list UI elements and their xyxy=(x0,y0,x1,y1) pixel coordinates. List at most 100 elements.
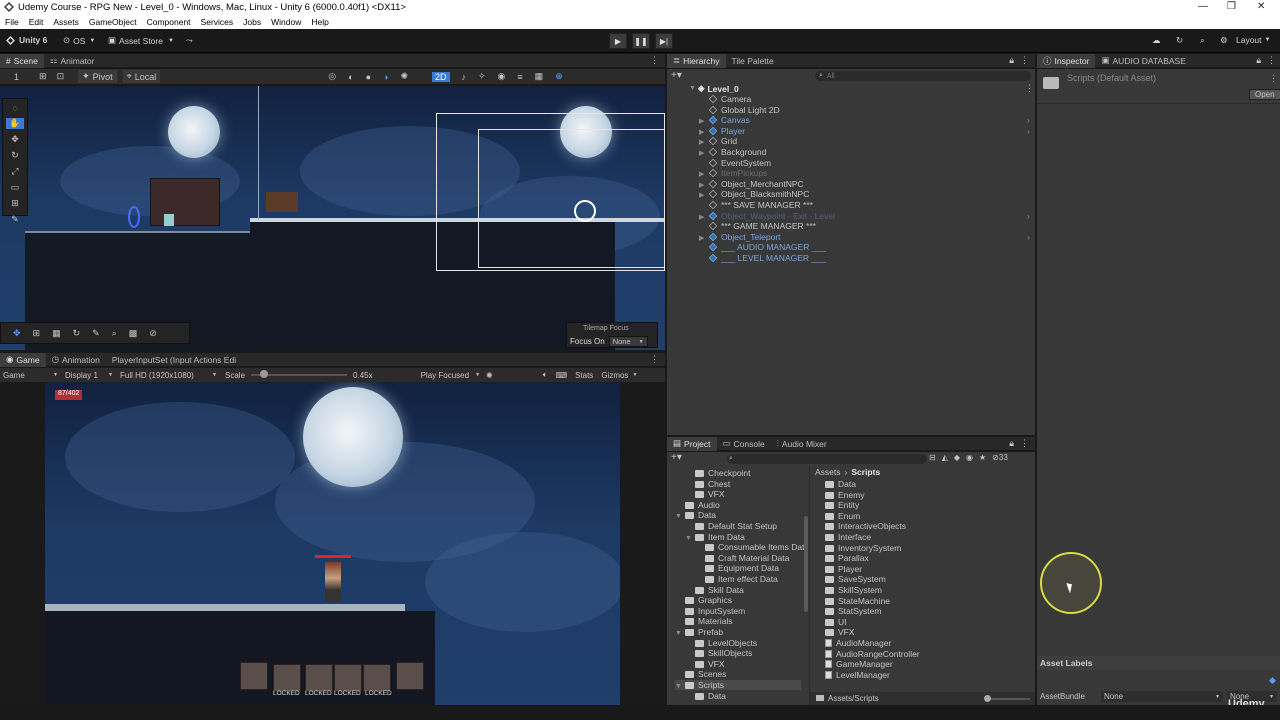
project-tree-item[interactable]: LevelObjects xyxy=(685,638,757,648)
hierarchy-item[interactable]: ___ AUDIO MANAGER ___ xyxy=(699,242,826,252)
hierarchy-item[interactable]: ▶ Object_Teleport xyxy=(699,232,781,242)
project-tree-item[interactable]: Materials xyxy=(675,616,732,626)
tab-console[interactable]: ▭ Console xyxy=(717,437,771,451)
tab-input-actions[interactable]: PlayerInputSet (Input Actions Edi xyxy=(106,353,242,367)
icon-size-slider-thumb[interactable] xyxy=(984,695,991,702)
project-folder-item[interactable]: VFX xyxy=(825,627,855,637)
tab-animator[interactable]: ⚏ Animator xyxy=(44,54,101,68)
tab-inspector[interactable]: ⓘ Inspector xyxy=(1037,53,1096,68)
project-tree-item[interactable]: Default Stat Setup xyxy=(685,521,777,531)
tab-scene[interactable]: # Scene xyxy=(0,53,44,68)
label-filter-icon[interactable]: ◆ xyxy=(954,453,960,462)
hierarchy-item[interactable]: ▶ Background xyxy=(699,147,766,157)
menu-assets[interactable]: Assets xyxy=(53,17,79,27)
unity-account-button[interactable]: Unity 6 xyxy=(6,35,47,45)
project-tree-item[interactable]: SkillObjects xyxy=(685,648,752,658)
project-folder-item[interactable]: SkillSystem xyxy=(825,585,882,595)
visibility-icon[interactable]: ◉ xyxy=(966,453,973,462)
hierarchy-item[interactable]: ___ LEVEL MANAGER ___ xyxy=(699,253,826,263)
pause-button[interactable]: ❚❚ xyxy=(632,33,650,49)
version-control-icon[interactable]: ⤳ xyxy=(186,35,193,46)
hierarchy-item[interactable]: ▶ Object_BlacksmithNPC xyxy=(699,189,809,199)
project-tree-item[interactable]: Item effect Data xyxy=(695,574,778,584)
more-options-icon[interactable]: ⋮ xyxy=(1020,438,1029,449)
effects-icon[interactable]: ✧ xyxy=(478,71,486,82)
expand-arrow-icon[interactable]: ▼ xyxy=(675,513,683,520)
resolution-dropdown[interactable]: Full HD (1920x1080) ▼ xyxy=(113,371,217,380)
draw-mode-icon[interactable]: ◎ xyxy=(328,71,336,82)
project-folder-item[interactable]: Enum xyxy=(825,511,860,521)
search-icon[interactable]: ⌕ xyxy=(1200,35,1205,46)
camera-icon[interactable]: ▦ xyxy=(535,71,544,82)
os-dropdown[interactable]: ⊙ OS ▼ xyxy=(63,35,95,46)
maximize-icon[interactable]: ❐ xyxy=(1227,1,1236,12)
type-filter-icon[interactable]: ◭ xyxy=(942,453,948,462)
menu-jobs[interactable]: Jobs xyxy=(243,17,261,27)
grid-tool-icon[interactable]: ▦ xyxy=(52,328,61,339)
project-search[interactable]: ⌕ xyxy=(727,454,927,464)
menu-services[interactable]: Services xyxy=(201,17,234,27)
project-tree-item[interactable]: InputSystem xyxy=(675,606,745,616)
tab-game[interactable]: ◉ Game xyxy=(0,352,46,367)
settings-icon[interactable]: ⚙ xyxy=(1220,35,1228,46)
project-folder-item[interactable]: Interface xyxy=(825,532,871,542)
wireframe-icon[interactable]: ◑ xyxy=(383,72,388,82)
project-tree-item[interactable]: VFX xyxy=(685,659,725,669)
orientation-icon[interactable]: ⊕ xyxy=(555,71,563,82)
project-folder-item[interactable]: InventorySystem xyxy=(825,543,901,553)
filter-icon[interactable]: ⊟ xyxy=(929,453,936,462)
project-tree-item[interactable]: Graphics xyxy=(675,595,732,605)
expand-arrow-icon[interactable]: ▼ xyxy=(685,535,693,542)
focus-on-dropdown[interactable]: None ▼ xyxy=(608,336,648,347)
frame-debug-icon[interactable]: ✺ xyxy=(486,371,493,380)
lock-icon[interactable]: 🔒︎ xyxy=(1009,438,1014,449)
open-button[interactable]: Open xyxy=(1249,89,1280,100)
more-options-icon[interactable]: ⋮ xyxy=(1020,55,1029,66)
expand-arrow-icon[interactable]: ▶ xyxy=(699,181,707,189)
move-tool-icon[interactable]: ✥ xyxy=(11,134,19,145)
hierarchy-item[interactable]: ▶ Player xyxy=(699,126,745,136)
prefab-open-icon[interactable]: › xyxy=(1027,126,1030,136)
project-folder-item[interactable]: SaveSystem xyxy=(825,574,886,584)
hierarchy-item[interactable]: *** GAME MANAGER *** xyxy=(699,221,816,231)
tab-audio-database[interactable]: ▣ AUDIO DATABASE xyxy=(1095,54,1191,68)
erase-tool-icon[interactable]: ⊘ xyxy=(149,328,157,339)
project-script-item[interactable]: LevelManager xyxy=(825,670,890,680)
project-tree-item[interactable]: Craft Material Data xyxy=(695,553,789,563)
scale-slider-thumb[interactable] xyxy=(259,370,268,378)
custom-tool-icon[interactable]: ✎ xyxy=(11,214,19,225)
hierarchy-item[interactable]: ▶ ItemPickups xyxy=(699,168,767,178)
hierarchy-item[interactable]: ▶ Object_MerchantNPC xyxy=(699,179,804,189)
transform-tool-icon[interactable]: ⊞ xyxy=(11,198,19,209)
hierarchy-item[interactable]: Camera xyxy=(699,94,751,104)
hierarchy-item[interactable]: ▶ Object_Waypoint - Exit - Level xyxy=(699,211,835,221)
project-tree-item[interactable]: Chest xyxy=(685,479,730,489)
view-tool-icon[interactable]: ◌ xyxy=(12,103,17,113)
minimize-icon[interactable]: — xyxy=(1198,1,1208,12)
add-icon[interactable]: +▾ xyxy=(671,70,682,81)
project-folder-item[interactable]: Parallax xyxy=(825,553,869,563)
more-options-icon[interactable]: ⋮ xyxy=(1269,73,1278,84)
project-folder-item[interactable]: Enemy xyxy=(825,490,864,500)
expand-arrow-icon[interactable]: ▶ xyxy=(699,170,707,178)
project-folder-item[interactable]: Player xyxy=(825,564,862,574)
project-script-item[interactable]: AudioRangeController xyxy=(825,649,920,659)
project-tree-item[interactable]: ▼ Scripts xyxy=(675,680,801,690)
expand-arrow-icon[interactable]: ▼ xyxy=(689,85,696,92)
menu-window[interactable]: Window xyxy=(271,17,301,27)
expand-arrow-icon[interactable]: ▼ xyxy=(675,683,683,690)
gizmos-icon[interactable]: ≡ xyxy=(517,72,522,82)
project-folder-item[interactable]: Data xyxy=(825,479,856,489)
lock-icon[interactable]: 🔒︎ xyxy=(1009,55,1014,66)
fx-icon[interactable]: ✺ xyxy=(400,71,408,82)
menu-help[interactable]: Help xyxy=(311,17,328,27)
rotate-tool-icon[interactable]: ↻ xyxy=(11,150,19,161)
hierarchy-item[interactable]: ▶ Grid xyxy=(699,136,737,146)
scene-viewport[interactable]: ✥ ⊞ ▦ ↻ ✎ ⌕ ▩ ⊘ Tilemap Focus Focus On N… xyxy=(0,86,665,350)
display-dropdown[interactable]: Display 1 ▼ xyxy=(58,371,113,380)
project-folder-item[interactable]: InteractiveObjects xyxy=(825,521,906,531)
scene-layer-index[interactable]: 1 xyxy=(14,72,19,82)
hand-tool-icon[interactable]: ✋ xyxy=(6,118,24,129)
more-options-icon[interactable]: ⋮ xyxy=(1267,55,1276,66)
expand-arrow-icon[interactable]: ▶ xyxy=(699,234,707,242)
